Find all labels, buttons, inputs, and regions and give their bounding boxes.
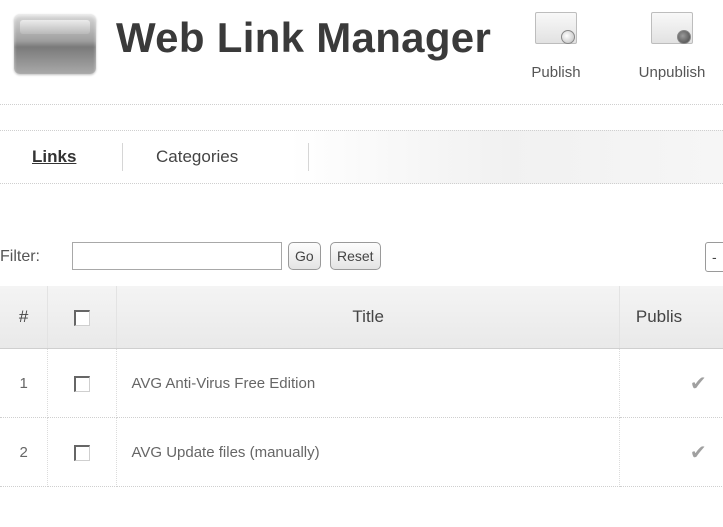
row-published-cell: ✔ bbox=[619, 348, 723, 418]
unpublish-button[interactable]: Unpublish bbox=[622, 8, 722, 96]
tick-icon[interactable]: ✔ bbox=[690, 440, 707, 465]
state-filter-select[interactable]: - bbox=[705, 242, 723, 272]
row-check-cell bbox=[47, 417, 118, 487]
table-row: 1 AVG Anti-Virus Free Edition ✔ bbox=[0, 348, 723, 418]
row-title-link[interactable]: AVG Anti-Virus Free Edition bbox=[116, 348, 620, 418]
table-row: 2 AVG Update files (manually) ✔ bbox=[0, 417, 723, 487]
column-header-check bbox=[47, 286, 118, 349]
row-published-cell: ✔ bbox=[619, 417, 723, 487]
unpublish-icon bbox=[647, 8, 697, 50]
row-title-link[interactable]: AVG Update files (manually) bbox=[116, 417, 620, 487]
page-title: Web Link Manager bbox=[116, 14, 492, 61]
row-check-cell bbox=[47, 348, 118, 418]
row-number: 2 bbox=[0, 417, 49, 487]
unpublish-label: Unpublish bbox=[638, 64, 706, 81]
select-all-checkbox[interactable] bbox=[74, 309, 91, 326]
tab-links[interactable]: Links bbox=[32, 147, 76, 167]
publish-label: Publish bbox=[531, 64, 581, 81]
submenu: Links Categories bbox=[0, 130, 723, 184]
publish-button[interactable]: Publish bbox=[516, 8, 596, 96]
publish-icon bbox=[531, 8, 581, 50]
column-header-num: # bbox=[0, 286, 49, 349]
reset-button[interactable]: Reset bbox=[330, 242, 381, 270]
row-checkbox[interactable] bbox=[74, 444, 91, 461]
row-checkbox[interactable] bbox=[74, 375, 91, 392]
table-header-row: # Title Publis bbox=[0, 286, 723, 349]
filter-input[interactable] bbox=[72, 242, 282, 270]
links-table: # Title Publis 1 AVG Anti-Virus Free Edi… bbox=[0, 286, 723, 487]
go-button[interactable]: Go bbox=[288, 242, 321, 270]
column-header-title[interactable]: Title bbox=[116, 286, 620, 349]
tab-separator bbox=[308, 143, 309, 171]
filter-label: Filter: bbox=[0, 248, 40, 265]
row-number: 1 bbox=[0, 348, 49, 418]
tick-icon[interactable]: ✔ bbox=[690, 371, 707, 396]
links-table-wrap: # Title Publis 1 AVG Anti-Virus Free Edi… bbox=[0, 286, 723, 527]
header: Web Link Manager Publish Unpublish bbox=[0, 0, 723, 105]
filter-bar: Filter: Go Reset - bbox=[0, 240, 723, 274]
tab-categories[interactable]: Categories bbox=[156, 147, 238, 167]
weblinks-logo-icon bbox=[14, 14, 96, 74]
tab-separator bbox=[122, 143, 123, 171]
page: Web Link Manager Publish Unpublish Links… bbox=[0, 0, 723, 527]
column-header-published[interactable]: Publis bbox=[619, 286, 723, 349]
